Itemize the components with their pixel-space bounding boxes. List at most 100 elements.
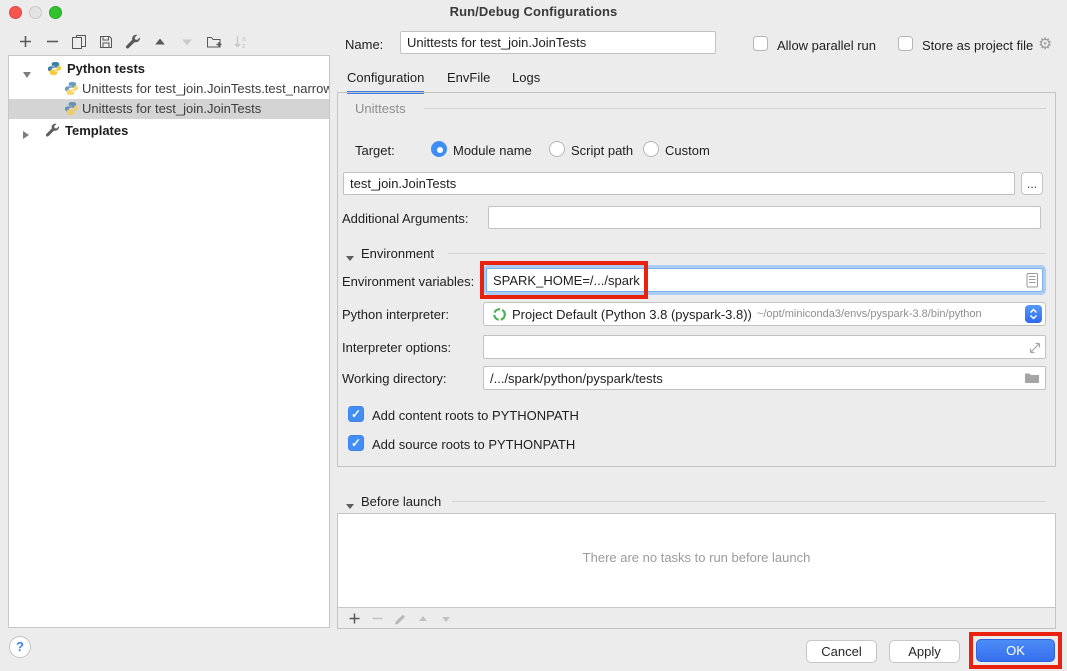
- collapse-before-launch-icon[interactable]: [346, 497, 354, 512]
- remove-task-button[interactable]: [367, 610, 387, 627]
- add-task-button[interactable]: [344, 610, 364, 627]
- help-button[interactable]: ?: [9, 636, 31, 658]
- sort-configurations-button[interactable]: a z: [229, 31, 253, 52]
- add-source-roots-checkbox[interactable]: [348, 435, 364, 451]
- tree-item-jointests-selected[interactable]: Unittests for test_join.JoinTests: [9, 99, 330, 119]
- conda-env-icon: [492, 307, 507, 322]
- python-icon: [64, 101, 79, 116]
- highlight-ok-annotation: [969, 632, 1062, 669]
- new-folder-button[interactable]: [202, 31, 226, 52]
- expand-editor-icon[interactable]: [1027, 340, 1043, 356]
- python-interpreter-label: Python interpreter:: [342, 307, 449, 322]
- tree-item-label: Python tests: [67, 61, 145, 76]
- interpreter-options-input[interactable]: [483, 335, 1046, 359]
- allow-parallel-run-checkbox[interactable]: [753, 36, 768, 51]
- add-content-roots-label: Add content roots to PYTHONPATH: [372, 408, 579, 423]
- radio-module-name-label: Module name: [453, 143, 532, 158]
- python-interpreter-select[interactable]: Project Default (Python 3.8 (pyspark-3.8…: [483, 302, 1046, 326]
- before-launch-toolbar: [338, 607, 1055, 628]
- folder-icon[interactable]: [1024, 371, 1040, 384]
- tree-group-templates[interactable]: Templates: [9, 121, 330, 141]
- move-task-down-button[interactable]: [436, 610, 456, 627]
- interpreter-options-label: Interpreter options:: [342, 340, 451, 355]
- tab-configuration[interactable]: Configuration: [347, 70, 424, 94]
- additional-arguments-label: Additional Arguments:: [342, 211, 468, 226]
- chevron-right-icon[interactable]: [23, 127, 29, 142]
- edit-task-button[interactable]: [390, 610, 410, 627]
- store-as-project-file-label: Store as project file: [922, 38, 1033, 53]
- tab-logs[interactable]: Logs: [512, 70, 540, 91]
- browse-module-button[interactable]: ...: [1021, 172, 1043, 195]
- move-up-button[interactable]: [148, 31, 172, 52]
- move-task-up-button[interactable]: [413, 610, 433, 627]
- store-as-project-file-checkbox[interactable]: [898, 36, 913, 51]
- working-directory-input[interactable]: [483, 366, 1046, 390]
- move-down-button[interactable]: [175, 31, 199, 52]
- tree-item-label: Unittests for test_join.JoinTests: [82, 101, 261, 116]
- cancel-button[interactable]: Cancel: [806, 640, 877, 663]
- tree-group-python-tests[interactable]: Python tests: [9, 59, 330, 79]
- group-separator: [424, 108, 1046, 109]
- run-debug-configurations-dialog: Run/Debug Configurations: [0, 0, 1067, 671]
- minus-icon: [371, 612, 384, 625]
- radio-custom[interactable]: [643, 141, 659, 157]
- wrench-icon: [125, 34, 141, 50]
- folder-plus-icon: [206, 34, 223, 50]
- unittests-group-label: Unittests: [355, 101, 406, 116]
- before-launch-empty-text: There are no tasks to run before launch: [338, 550, 1055, 565]
- minus-icon: [45, 34, 60, 49]
- apply-button[interactable]: Apply: [889, 640, 960, 663]
- radio-script-path-label: Script path: [571, 143, 633, 158]
- arrow-down-icon: [440, 613, 452, 625]
- save-configuration-button[interactable]: [94, 31, 118, 52]
- group-separator: [452, 501, 1046, 502]
- add-configuration-button[interactable]: [13, 31, 37, 52]
- radio-module-name[interactable]: [431, 141, 447, 157]
- sort-az-icon: a z: [233, 34, 249, 50]
- name-label: Name:: [345, 37, 383, 52]
- python-icon: [64, 81, 79, 96]
- module-name-input[interactable]: [343, 172, 1015, 195]
- highlight-env-vars-annotation: [480, 261, 648, 299]
- title-bar: Run/Debug Configurations: [0, 0, 1067, 24]
- environment-group-label: Environment: [361, 246, 434, 261]
- before-launch-task-list: There are no tasks to run before launch: [337, 513, 1056, 629]
- radio-custom-label: Custom: [665, 143, 710, 158]
- svg-text:a: a: [242, 36, 246, 43]
- wrench-icon: [45, 123, 60, 138]
- group-separator: [448, 253, 1046, 254]
- arrow-down-icon: [180, 35, 194, 49]
- allow-parallel-run-label: Allow parallel run: [777, 38, 876, 53]
- svg-text:z: z: [242, 43, 246, 50]
- up-down-chevrons-icon: [1028, 307, 1039, 321]
- tree-item-test-narrow[interactable]: Unittests for test_join.JoinTests.test_n…: [9, 79, 330, 99]
- combo-stepper-icon[interactable]: [1025, 305, 1042, 323]
- name-input[interactable]: [400, 31, 716, 54]
- collapse-environment-icon[interactable]: [346, 249, 354, 264]
- additional-arguments-input[interactable]: [488, 206, 1041, 229]
- tab-envfile[interactable]: EnvFile: [447, 70, 490, 91]
- copy-configuration-button[interactable]: [67, 31, 91, 52]
- remove-configuration-button[interactable]: [40, 31, 64, 52]
- configurations-tree: Python tests Unittests for test_join.Joi…: [8, 55, 330, 628]
- add-source-roots-label: Add source roots to PYTHONPATH: [372, 437, 575, 452]
- plus-icon: [348, 612, 361, 625]
- plus-icon: [18, 34, 33, 49]
- arrow-up-icon: [153, 35, 167, 49]
- python-interpreter-path: ~/opt/miniconda3/envs/pyspark-3.8/bin/py…: [757, 308, 982, 320]
- environment-variables-label: Environment variables:: [342, 274, 474, 289]
- edit-variables-list-icon[interactable]: [1026, 273, 1039, 288]
- pencil-icon: [393, 612, 407, 626]
- target-label: Target:: [355, 143, 395, 158]
- before-launch-label: Before launch: [361, 494, 441, 509]
- copy-icon: [71, 34, 87, 50]
- edit-templates-button[interactable]: [121, 31, 145, 52]
- tree-item-label: Templates: [65, 123, 128, 138]
- python-interpreter-value: Project Default (Python 3.8 (pyspark-3.8…: [512, 307, 752, 322]
- window-title: Run/Debug Configurations: [0, 4, 1067, 19]
- save-icon: [98, 34, 114, 50]
- radio-script-path[interactable]: [549, 141, 565, 157]
- working-directory-label: Working directory:: [342, 371, 447, 386]
- gear-icon[interactable]: ⚙: [1038, 34, 1052, 54]
- add-content-roots-checkbox[interactable]: [348, 406, 364, 422]
